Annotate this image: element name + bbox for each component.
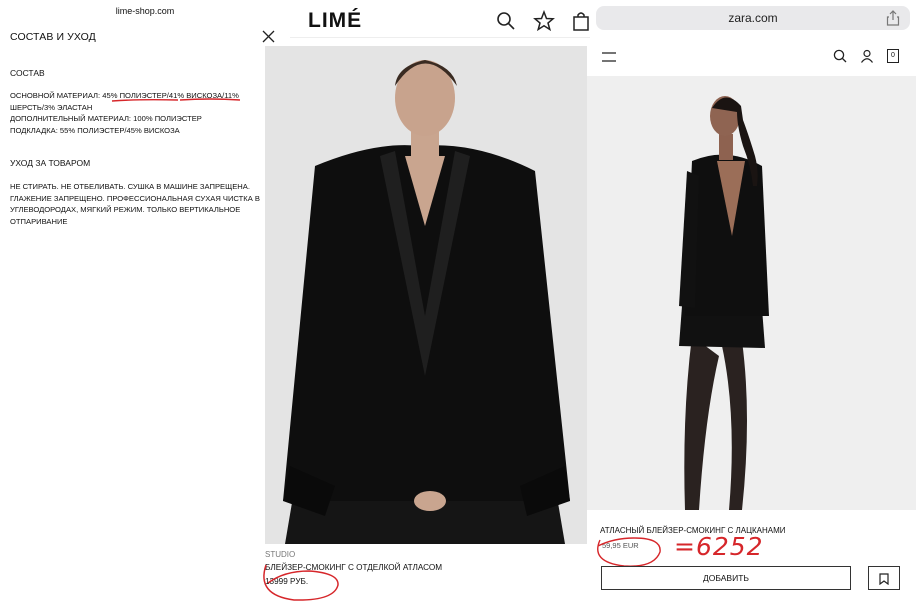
bag-icon[interactable]: [572, 11, 590, 31]
browser-url: zara.com: [728, 11, 778, 25]
lime-product-photo[interactable]: [265, 46, 587, 544]
care-line: ОТПАРИВАНИЕ: [10, 216, 68, 226]
handwritten-price-note: =6252: [674, 532, 764, 561]
lime-header: LIMÉ: [290, 4, 590, 38]
bag-icon[interactable]: 0: [887, 49, 899, 63]
browser-address-bar[interactable]: zara.com: [596, 6, 910, 30]
zara-product-page: zara.com 0 АТЛАСНЫЙ БЛЕЙЗЕР-СМОКИНГ С ЛА…: [587, 0, 916, 608]
user-icon[interactable]: [860, 49, 874, 63]
add-to-cart-button[interactable]: ДОБАВИТЬ: [601, 566, 851, 590]
bookmark-icon: [879, 573, 889, 585]
bookmark-button[interactable]: [868, 566, 900, 590]
lime-product-page: LIMÉ STUDIO БЛЕЙЗЕР-СМОКИНГ С ОТДЕЛКОЙ А…: [263, 0, 590, 608]
search-icon[interactable]: [833, 49, 847, 63]
star-icon[interactable]: [533, 10, 555, 32]
red-underline-annotation: [111, 98, 241, 102]
care-text: НЕ СТИРАТЬ. НЕ ОТБЕЛИВАТЬ. СУШКА В МАШИН…: [10, 181, 285, 227]
menu-icon[interactable]: [602, 51, 616, 63]
care-line: ГЛАЖЕНИЕ ЗАПРЕЩЕНО. ПРОФЕССИОНАЛЬНАЯ СУХ…: [10, 193, 260, 203]
search-icon[interactable]: [496, 11, 516, 31]
lime-composition-panel: lime-shop.com СОСТАВ И УХОД СОСТАВ ОСНОВ…: [0, 0, 290, 608]
zara-product-photo[interactable]: [587, 76, 916, 510]
zara-header: 0: [590, 40, 916, 76]
bag-count: 0: [891, 52, 895, 59]
care-line: НЕ СТИРАТЬ. НЕ ОТБЕЛИВАТЬ. СУШКА В МАШИН…: [10, 182, 250, 191]
lining: ПОДКЛАДКА: 55% ПОЛИЭСТЕР/45% ВИСКОЗА: [10, 126, 180, 135]
care-heading: УХОД ЗА ТОВАРОМ: [10, 158, 91, 168]
lime-logo[interactable]: LIMÉ: [308, 9, 362, 33]
care-line: УГЛЕВОДОРОДАХ, МЯГКИЙ РЕЖИМ. ТОЛЬКО ВЕРТ…: [10, 205, 241, 214]
share-icon[interactable]: [886, 10, 900, 26]
red-circle-annotation: [263, 564, 339, 601]
